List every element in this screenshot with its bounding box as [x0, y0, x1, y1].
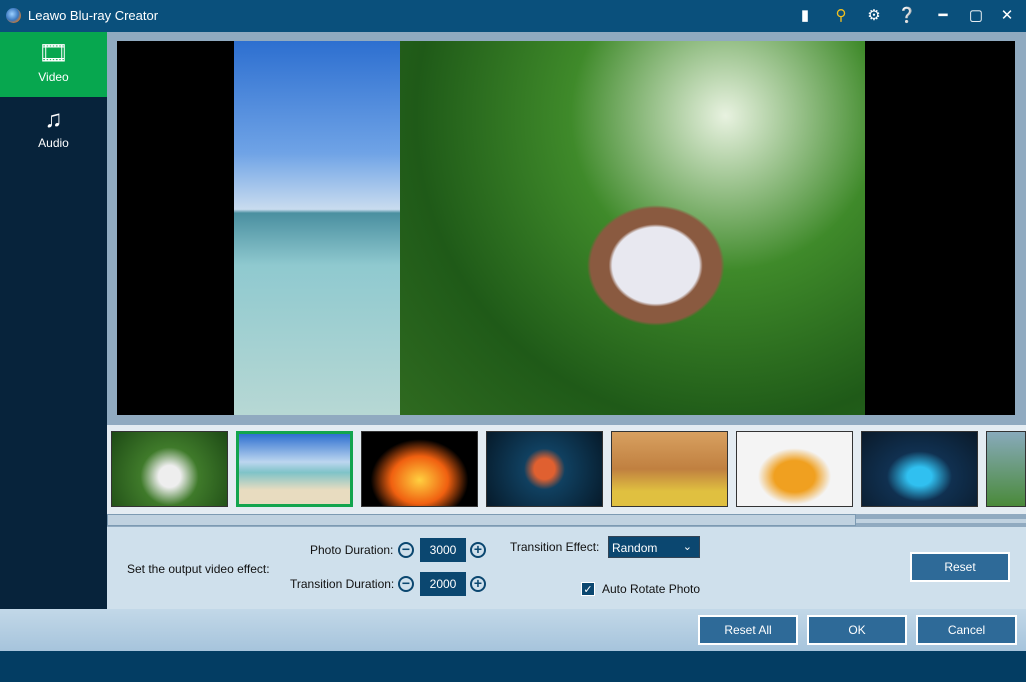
transition-duration-label: Transition Duration: [290, 577, 395, 591]
photo-duration-input[interactable]: 3000 [420, 538, 466, 562]
window-title: Leawo Blu-ray Creator [28, 8, 159, 23]
footer [0, 651, 1026, 682]
film-icon: 🎞 [38, 40, 69, 67]
thumbnail-beach[interactable] [236, 431, 353, 507]
sidebar-item-label: Video [38, 70, 69, 84]
ok-button[interactable]: OK [807, 615, 907, 645]
cancel-button[interactable]: Cancel [916, 615, 1017, 645]
reset-button[interactable]: Reset [910, 552, 1010, 582]
sidebar-item-label: Audio [38, 136, 69, 150]
effect-label: Set the output video effect: [127, 562, 270, 576]
title-bar: Leawo Blu-ray Creator ▮ ⚲ ⚙ ❔ ━ ▢ ✕ [0, 0, 1026, 32]
thumbnail-heart[interactable] [486, 431, 603, 507]
transition-effect-select[interactable]: Random ⌄ [608, 536, 700, 558]
thumbnail-orange-car[interactable] [736, 431, 853, 507]
maximize-icon[interactable]: ▢ [965, 6, 987, 26]
thumbnail-fire[interactable] [361, 431, 478, 507]
transition-effect-label: Transition Effect: [510, 540, 600, 554]
thumbnail-scrollbar[interactable] [107, 514, 856, 526]
key-icon[interactable]: ⚲ [830, 6, 852, 26]
preview-image-girl [400, 41, 865, 415]
scrollbar-track [856, 519, 1026, 523]
reset-all-button[interactable]: Reset All [698, 615, 798, 645]
photo-duration-label: Photo Duration: [310, 543, 394, 557]
photo-duration-decrease-icon[interactable]: − [398, 542, 414, 558]
auto-rotate-checkbox[interactable]: ✓ [581, 582, 595, 596]
preview-image-beach [234, 41, 400, 415]
transition-duration-decrease-icon[interactable]: − [398, 576, 414, 592]
app-logo-icon [6, 8, 21, 23]
sidebar-item-audio[interactable]: ♫ Audio [0, 98, 107, 163]
thumbnail-blue-car[interactable] [861, 431, 978, 507]
feedback-icon[interactable]: ▮ [794, 6, 816, 26]
transition-duration-input[interactable]: 2000 [420, 572, 466, 596]
transition-duration-increase-icon[interactable]: + [470, 576, 486, 592]
photo-duration-increase-icon[interactable]: + [470, 542, 486, 558]
thumbnail-landscape[interactable] [986, 431, 1026, 507]
minimize-icon[interactable]: ━ [932, 6, 954, 26]
sidebar: 🎞 Video ♫ Audio [0, 32, 107, 609]
music-note-icon: ♫ [44, 106, 63, 133]
close-icon[interactable]: ✕ [996, 6, 1018, 26]
auto-rotate-label: Auto Rotate Photo [602, 582, 701, 596]
sidebar-item-video[interactable]: 🎞 Video [0, 32, 107, 97]
gear-icon[interactable]: ⚙ [863, 6, 885, 26]
thumbnail-horse[interactable] [611, 431, 728, 507]
transition-effect-value: Random [612, 541, 658, 555]
help-icon[interactable]: ❔ [896, 6, 918, 26]
thumbnail-girl[interactable] [111, 431, 228, 507]
chevron-down-icon: ⌄ [682, 541, 692, 553]
